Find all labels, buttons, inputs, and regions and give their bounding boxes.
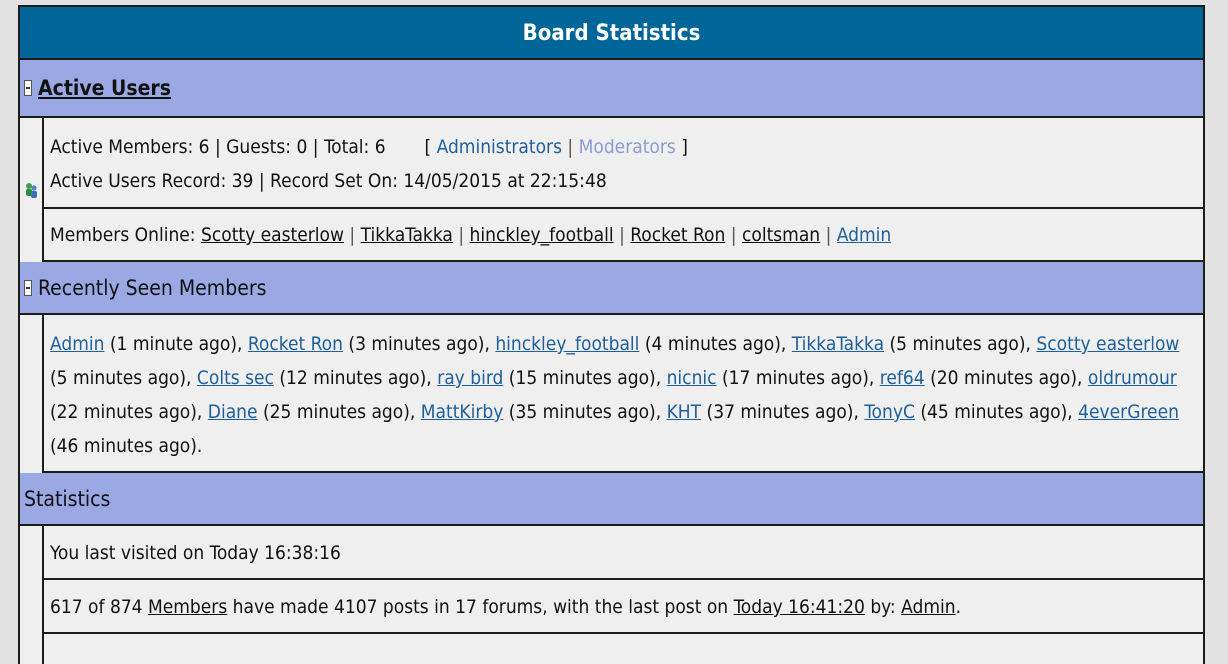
category-recently-seen[interactable]: Recently Seen Members	[20, 262, 1203, 315]
statistics-heading: Statistics	[24, 486, 111, 511]
recently-seen-row: Admin (1 minute ago), Rocket Ron (3 minu…	[20, 315, 1203, 473]
last-post-link[interactable]: Today 16:41:20	[734, 596, 865, 618]
recent-member-link[interactable]: Diane	[208, 401, 258, 423]
posts-summary: have made 4107 posts in 17 forums, with …	[232, 596, 729, 618]
category-statistics: Statistics	[20, 473, 1203, 526]
recent-member-link[interactable]: ref64	[880, 367, 925, 389]
recent-member-ago: (17 minutes ago),	[722, 367, 875, 389]
online-member-link[interactable]: hinckley_football	[470, 224, 614, 246]
category-active-users[interactable]: Active Users	[20, 60, 1203, 118]
recent-member-link[interactable]: MattKirby	[421, 401, 504, 423]
members-online-label: Members Online:	[50, 224, 196, 246]
board-totals: 617 of 874 Members have made 4107 posts …	[44, 580, 1203, 634]
recently-seen-list: Admin (1 minute ago), Rocket Ron (3 minu…	[44, 315, 1203, 473]
recent-member-ago: (45 minutes ago),	[920, 401, 1073, 423]
recent-member-ago: (46 minutes ago).	[50, 435, 203, 457]
more-stats-cell	[44, 634, 1203, 664]
recent-member-ago: (22 minutes ago),	[50, 401, 203, 423]
recent-member-ago: (4 minutes ago),	[644, 333, 787, 355]
active-users-heading[interactable]: Active Users	[38, 76, 171, 100]
recent-member-link[interactable]: TonyC	[864, 401, 915, 423]
by-label: by:	[870, 596, 896, 618]
recent-member-ago: (20 minutes ago),	[930, 367, 1083, 389]
minus-toggle-icon[interactable]	[24, 80, 32, 96]
end-dot: .	[955, 596, 961, 618]
recent-member-ago: (35 minutes ago),	[508, 401, 662, 423]
recent-member-ago: (5 minutes ago),	[889, 333, 1031, 355]
panel-title: Board Statistics	[20, 7, 1203, 60]
active-users-summary: Active Members: 6 | Guests: 0 | Total: 6…	[44, 118, 1203, 209]
recent-member-link[interactable]: Rocket Ron	[248, 333, 343, 355]
minus-toggle-icon[interactable]	[24, 279, 32, 296]
members-online: Members Online: Scotty easterlow | Tikka…	[44, 209, 1203, 262]
recent-member-ago: (3 minutes ago),	[348, 333, 490, 355]
online-member-link[interactable]: Scotty easterlow	[201, 224, 344, 246]
bracket-close: ]	[681, 136, 688, 158]
statistics-row: You last visited on Today 16:38:16 617 o…	[20, 526, 1203, 664]
statistics-icon-cell	[20, 526, 44, 664]
recently-seen-heading[interactable]: Recently Seen Members	[38, 276, 266, 300]
recent-member-link[interactable]: Admin	[50, 333, 104, 355]
last-visited: You last visited on Today 16:38:16	[44, 526, 1203, 580]
active-users-row: Active Members: 6 | Guests: 0 | Total: 6…	[20, 118, 1203, 262]
recent-member-link[interactable]: TikkaTakka	[792, 333, 884, 355]
recent-member-link[interactable]: Scotty easterlow	[1036, 333, 1179, 355]
recent-member-link[interactable]: nicnic	[667, 367, 717, 389]
board-statistics-panel: Board Statistics Active Users Active Mem…	[18, 5, 1205, 664]
recently-seen-icon-cell	[20, 315, 44, 473]
recent-member-link[interactable]: ray bird	[437, 367, 503, 389]
online-member-link[interactable]: TikkaTakka	[361, 224, 453, 246]
moderators-link[interactable]: Moderators	[579, 136, 676, 158]
members-count: 617 of 874	[50, 596, 143, 618]
recent-member-link[interactable]: hinckley_football	[495, 333, 639, 355]
online-member-link[interactable]: Rocket Ron	[630, 224, 725, 246]
separator: |	[567, 136, 574, 158]
recent-member-ago: (15 minutes ago),	[508, 367, 662, 389]
recent-member-ago: (37 minutes ago),	[706, 401, 859, 423]
administrators-link[interactable]: Administrators	[437, 136, 562, 158]
active-counts: Active Members: 6 | Guests: 0 | Total: 6	[50, 136, 386, 158]
bracket-open: [	[424, 136, 432, 158]
recent-member-ago: (25 minutes ago),	[262, 401, 416, 423]
users-group-icon	[26, 183, 37, 198]
recent-member-link[interactable]: KHT	[667, 401, 702, 423]
recent-member-link[interactable]: 4everGreen	[1078, 401, 1179, 423]
members-link[interactable]: Members	[148, 596, 227, 618]
recent-member-ago: (12 minutes ago),	[279, 367, 432, 389]
users-icon-cell	[20, 118, 44, 262]
last-post-author-link[interactable]: Admin	[901, 596, 955, 618]
recent-member-ago: (1 minute ago),	[109, 333, 243, 355]
recent-member-link[interactable]: Colts sec	[197, 367, 274, 389]
recent-member-link[interactable]: oldrumour	[1088, 367, 1177, 389]
online-member-link-admin[interactable]: Admin	[837, 224, 891, 246]
online-member-link[interactable]: coltsman	[742, 224, 820, 246]
active-users-record: Active Users Record: 39 | Record Set On:…	[50, 170, 607, 192]
recent-member-ago: (5 minutes ago),	[50, 367, 192, 389]
